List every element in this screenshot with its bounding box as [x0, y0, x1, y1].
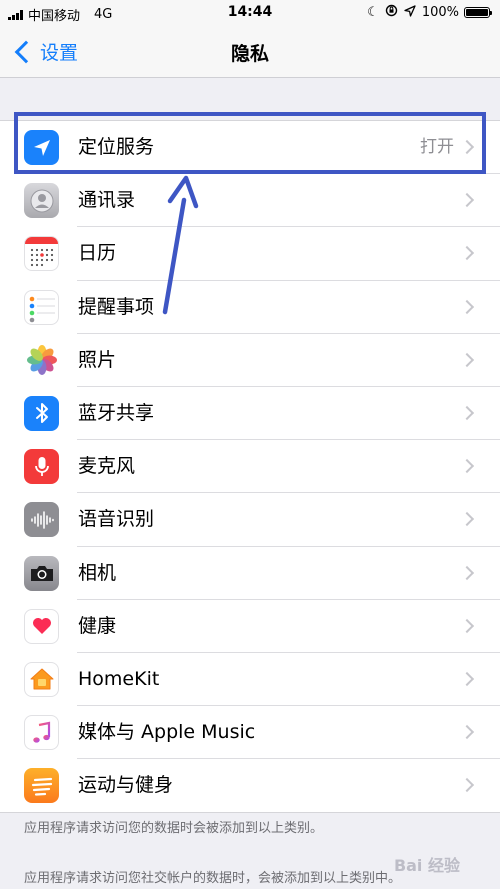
row-label: 运动与健身 [78, 774, 174, 797]
chevron-right-icon [459, 459, 475, 474]
row-contacts[interactable]: 通讯录 [0, 174, 500, 228]
footer-note-1: 应用程序请求访问您的数据时会被添加到以上类别。 [24, 821, 324, 836]
chevron-right-icon [459, 724, 475, 740]
annotation-highlight-box [14, 112, 486, 174]
motion-fitness-icon [24, 768, 59, 804]
moon-icon: ☾ [367, 5, 379, 20]
row-microphone[interactable]: 麦克风 [0, 440, 500, 494]
chevron-right-icon [459, 778, 475, 793]
chevron-right-icon [459, 352, 475, 367]
chevron-right-icon [459, 618, 475, 633]
chevron-right-icon [459, 193, 475, 208]
calendar-icon [24, 236, 59, 272]
page-title: 隐私 [230, 43, 269, 65]
battery-icon [464, 7, 492, 18]
row-label: 相机 [78, 561, 117, 584]
row-label: 语音识别 [78, 508, 155, 531]
music-note-icon [24, 715, 59, 751]
rotation-lock-icon [385, 4, 398, 21]
camera-icon [24, 555, 59, 591]
contacts-icon [24, 183, 59, 219]
chevron-right-icon [459, 246, 475, 261]
health-heart-icon [24, 608, 59, 644]
status-right: ☾ 100% [361, 4, 492, 21]
row-label: 蓝牙共享 [78, 401, 155, 424]
chevron-right-icon [459, 405, 475, 421]
baidu-watermark: Bai 经验 [393, 856, 460, 875]
row-label: 照片 [78, 348, 117, 371]
speech-recognition-icon [24, 502, 59, 538]
row-photos[interactable]: 照片 [0, 334, 500, 387]
battery-percent: 100% [421, 5, 459, 20]
row-reminders[interactable]: 提醒事项 [0, 281, 500, 334]
row-label: 提醒事项 [78, 295, 155, 318]
home-icon [24, 661, 59, 697]
chevron-right-icon [459, 299, 475, 314]
row-label: HomeKit [78, 667, 160, 690]
row-homekit[interactable]: HomeKit [0, 653, 500, 707]
row-label: 健康 [78, 614, 117, 637]
row-health[interactable]: 健康 [0, 600, 500, 653]
location-arrow-icon [404, 4, 416, 21]
photos-icon [24, 342, 59, 378]
status-bar: 中国移动 4G 14:44 ☾ 100% [0, 0, 500, 26]
chevron-right-icon [459, 671, 475, 686]
chevron-right-icon [459, 565, 475, 580]
chevron-right-icon [459, 512, 475, 527]
microphone-icon [24, 449, 59, 485]
row-camera[interactable]: 相机 [0, 547, 500, 600]
row-label: 日历 [78, 242, 117, 265]
row-label: 麦克风 [78, 455, 136, 478]
privacy-list: 定位服务 打开 通讯录 日历 提醒事项 照片 蓝牙共享 麦克风 语音识别 相机 … [0, 120, 500, 814]
bluetooth-icon [24, 395, 59, 431]
row-label: 媒体与 Apple Music [78, 721, 256, 744]
row-media-apple-music[interactable]: 媒体与 Apple Music [0, 706, 500, 760]
row-speech-recognition[interactable]: 语音识别 [0, 493, 500, 547]
row-motion-fitness[interactable]: 运动与健身 [0, 759, 500, 812]
row-label: 通讯录 [78, 189, 136, 212]
reminders-icon [24, 289, 59, 325]
row-calendar[interactable]: 日历 [0, 227, 500, 281]
navigation-bar: 设置 隐私 [0, 26, 500, 78]
row-bluetooth-sharing[interactable]: 蓝牙共享 [0, 387, 500, 441]
